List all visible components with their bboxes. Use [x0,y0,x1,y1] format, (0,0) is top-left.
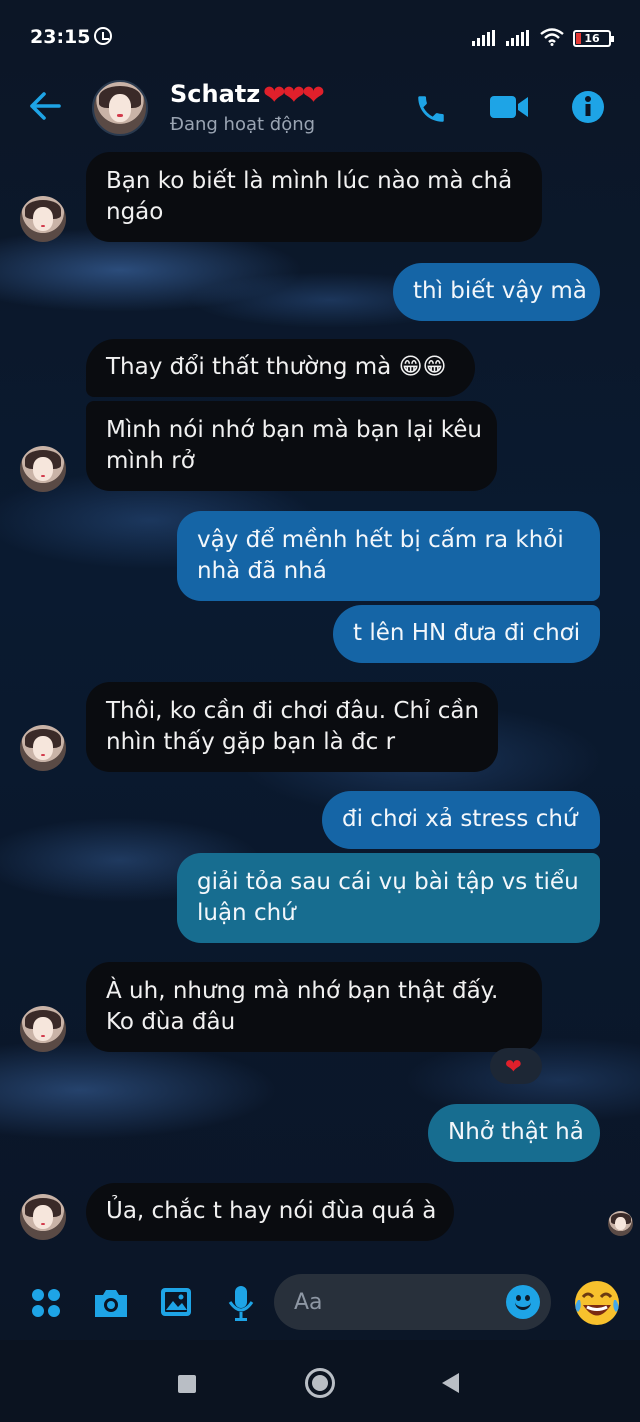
status-time: 23:15 [30,26,91,48]
heart-reaction-icon: ❤ [505,1054,522,1078]
camera-icon[interactable] [92,1287,130,1319]
message-bubble-incoming[interactable]: Ủa, chắc t hay nói đùa quá à [86,1183,454,1241]
message-line: Ủa, chắc t hay nói đùa quá à [106,1198,437,1224]
apps-grid-icon[interactable] [30,1287,62,1319]
message-line: Thôi, ko cần đi chơi đâu. Chỉ cần [106,698,480,724]
message-line: Ko đùa đâu [106,1009,236,1035]
laughing-emoji-icon[interactable] [572,1278,622,1328]
contact-name[interactable]: Schatz [170,80,260,108]
message-line: Bạn ko biết là mình lúc nào mà chả [106,168,513,194]
reaction-badge[interactable]: ❤ [490,1048,542,1084]
gallery-icon[interactable] [159,1286,193,1318]
back-arrow-icon[interactable] [28,91,62,121]
message-bubble-incoming[interactable]: À uh, nhưng mà nhớ bạn thật đấy. Ko đùa … [86,962,542,1052]
info-icon[interactable] [571,90,605,124]
message-line: Nhở thật hả [448,1119,584,1145]
sender-avatar[interactable] [20,446,66,492]
message-bubble-outgoing[interactable]: t lên HN đưa đi chơi [333,605,600,663]
message-bubble-outgoing[interactable]: giải tỏa sau cái vụ bài tập vs tiểu luận… [177,853,600,943]
message-bubble-incoming[interactable]: Mình nói nhớ bạn mà bạn lại kêu mình rở [86,401,497,491]
contact-avatar[interactable] [92,80,148,136]
battery-icon: 16 [573,30,614,47]
back-icon[interactable] [442,1373,459,1393]
message-bubble-incoming[interactable]: Thay đổi thất thường mà 😁😁 [86,339,475,397]
alarm-icon [94,27,112,45]
message-bubble-outgoing[interactable]: vậy để mềnh hết bị cấm ra khỏi nhà đã nh… [177,511,600,601]
sender-avatar[interactable] [20,1006,66,1052]
message-line: giải tỏa sau cái vụ bài tập vs tiểu [197,869,579,895]
message-line: Thay đổi thất thường mà 😁😁 [106,354,447,380]
message-line: mình rở [106,448,195,474]
battery-level: 16 [584,32,600,45]
message-bubble-outgoing[interactable]: Nhở thật hả [428,1104,600,1162]
message-line: Mình nói nhớ bạn mà bạn lại kêu [106,417,482,443]
message-line: luận chứ [197,900,296,926]
message-line: À uh, nhưng mà nhớ bạn thật đấy. [106,978,499,1004]
microphone-icon[interactable] [227,1284,255,1322]
message-bubble-outgoing[interactable]: thì biết vậy mà [393,263,600,321]
message-bubble-incoming[interactable]: Bạn ko biết là mình lúc nào mà chả ngáo [86,152,542,242]
message-bubble-outgoing[interactable]: đi chơi xả stress chứ [322,791,600,849]
message-line: ngáo [106,199,164,225]
sender-avatar[interactable] [20,725,66,771]
home-icon[interactable] [305,1368,335,1398]
name-hearts-emoji: ❤❤❤ [263,80,325,111]
message-input-placeholder: Aa [294,1290,323,1315]
signal-icon [472,30,495,46]
phone-icon[interactable] [414,92,448,126]
message-line: t lên HN đưa đi chơi [353,620,581,646]
message-line: nhà đã nhá [197,558,327,584]
message-line: vậy để mềnh hết bị cấm ra khỏi [197,527,564,553]
message-line: nhìn thấy gặp bạn là đc r [106,729,396,755]
recent-apps-icon[interactable] [178,1375,196,1393]
video-camera-icon[interactable] [489,93,529,121]
wifi-icon [540,28,564,46]
seen-receipt-avatar [608,1211,633,1236]
status-bar: 23:15 16 [0,0,640,76]
message-line: thì biết vậy mà [413,278,587,304]
sender-avatar[interactable] [20,1194,66,1240]
sender-avatar[interactable] [20,196,66,242]
message-bubble-incoming[interactable]: Thôi, ko cần đi chơi đâu. Chỉ cần nhìn t… [86,682,498,772]
emoji-icon[interactable] [506,1285,540,1319]
message-line: đi chơi xả stress chứ [342,806,578,832]
active-status: Đang hoạt động [170,114,316,135]
signal-icon [506,30,529,46]
